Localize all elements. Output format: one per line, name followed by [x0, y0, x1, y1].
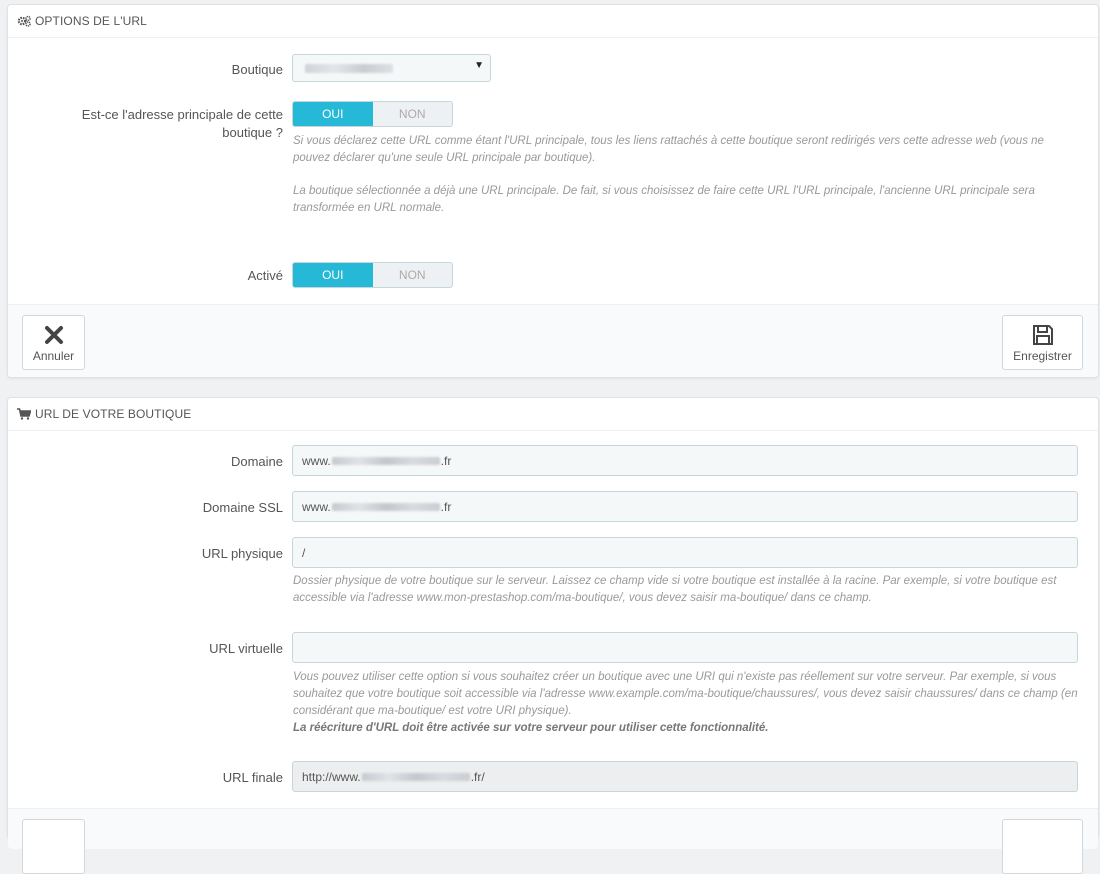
shopping-cart-icon — [17, 408, 31, 420]
main-url-no[interactable]: NON — [373, 102, 453, 126]
virtual-url-label: URL virtuelle — [209, 641, 283, 656]
physical-url-help: Dossier physique de votre boutique sur l… — [293, 575, 1057, 604]
active-label: Activé — [247, 268, 283, 283]
domain-label: Domaine — [230, 454, 283, 469]
cogs-icon — [17, 15, 31, 27]
save-button-2[interactable] — [1002, 819, 1083, 874]
physical-url-input[interactable]: / — [292, 537, 1078, 568]
virtual-url-help-warning: La réécriture d'URL doit être activée su… — [293, 722, 769, 734]
final-url-input: http://www. .fr/ — [292, 761, 1078, 792]
url-options-heading: OPTIONS DE L'URL — [8, 5, 1098, 38]
cancel-button-2[interactable] — [22, 819, 85, 874]
close-icon — [23, 324, 84, 346]
shop-select-value-blurred — [305, 64, 393, 73]
domain-blurred-text — [331, 456, 440, 465]
url-options-title: OPTIONS DE L'URL — [35, 14, 147, 28]
save-label: Enregistrer — [1013, 349, 1072, 363]
cancel-label: Annuler — [32, 349, 75, 363]
domain-ssl-input[interactable]: www. .fr — [292, 491, 1078, 522]
caret-down-icon: ▼ — [474, 60, 484, 71]
url-options-footer: Annuler Enregistrer — [8, 304, 1098, 377]
physical-url-label: URL physique — [201, 546, 283, 561]
main-url-yes[interactable]: OUI — [293, 102, 373, 126]
active-yes[interactable]: OUI — [293, 263, 373, 287]
domain-ssl-blurred-text — [331, 502, 440, 511]
floppy-disk-icon — [1003, 324, 1082, 346]
shop-url-footer — [8, 808, 1098, 874]
cancel-button[interactable]: Annuler — [22, 315, 85, 370]
active-no[interactable]: NON — [373, 263, 453, 287]
virtual-url-input[interactable] — [292, 632, 1078, 663]
main-url-label: Est-ce l'adresse principale de cette bou… — [81, 107, 283, 140]
main-url-help-1: Si vous déclarez cette URL comme étant l… — [293, 135, 1044, 164]
final-url-blurred-text — [361, 772, 470, 781]
shop-url-heading: URL DE VOTRE BOUTIQUE — [8, 398, 1098, 431]
virtual-url-help: Vous pouvez utiliser cette option si vou… — [293, 671, 1078, 734]
save-button[interactable]: Enregistrer — [1002, 315, 1083, 370]
main-url-switch[interactable]: OUI NON — [292, 101, 453, 127]
shop-label: Boutique — [231, 62, 283, 77]
shop-url-title: URL DE VOTRE BOUTIQUE — [35, 407, 192, 421]
active-switch[interactable]: OUI NON — [292, 262, 453, 288]
final-url-label: URL finale — [222, 770, 283, 785]
main-url-help-2: La boutique sélectionnée a déjà une URL … — [293, 185, 1035, 214]
domain-ssl-label: Domaine SSL — [202, 500, 283, 515]
domain-input[interactable]: www. .fr — [292, 445, 1078, 476]
url-options-panel: OPTIONS DE L'URL Boutique ▼ Est-ce l'adr… — [7, 4, 1099, 378]
shop-select[interactable]: ▼ — [292, 54, 491, 82]
shop-url-panel: URL DE VOTRE BOUTIQUE Domaine www. .fr D… — [7, 397, 1099, 874]
